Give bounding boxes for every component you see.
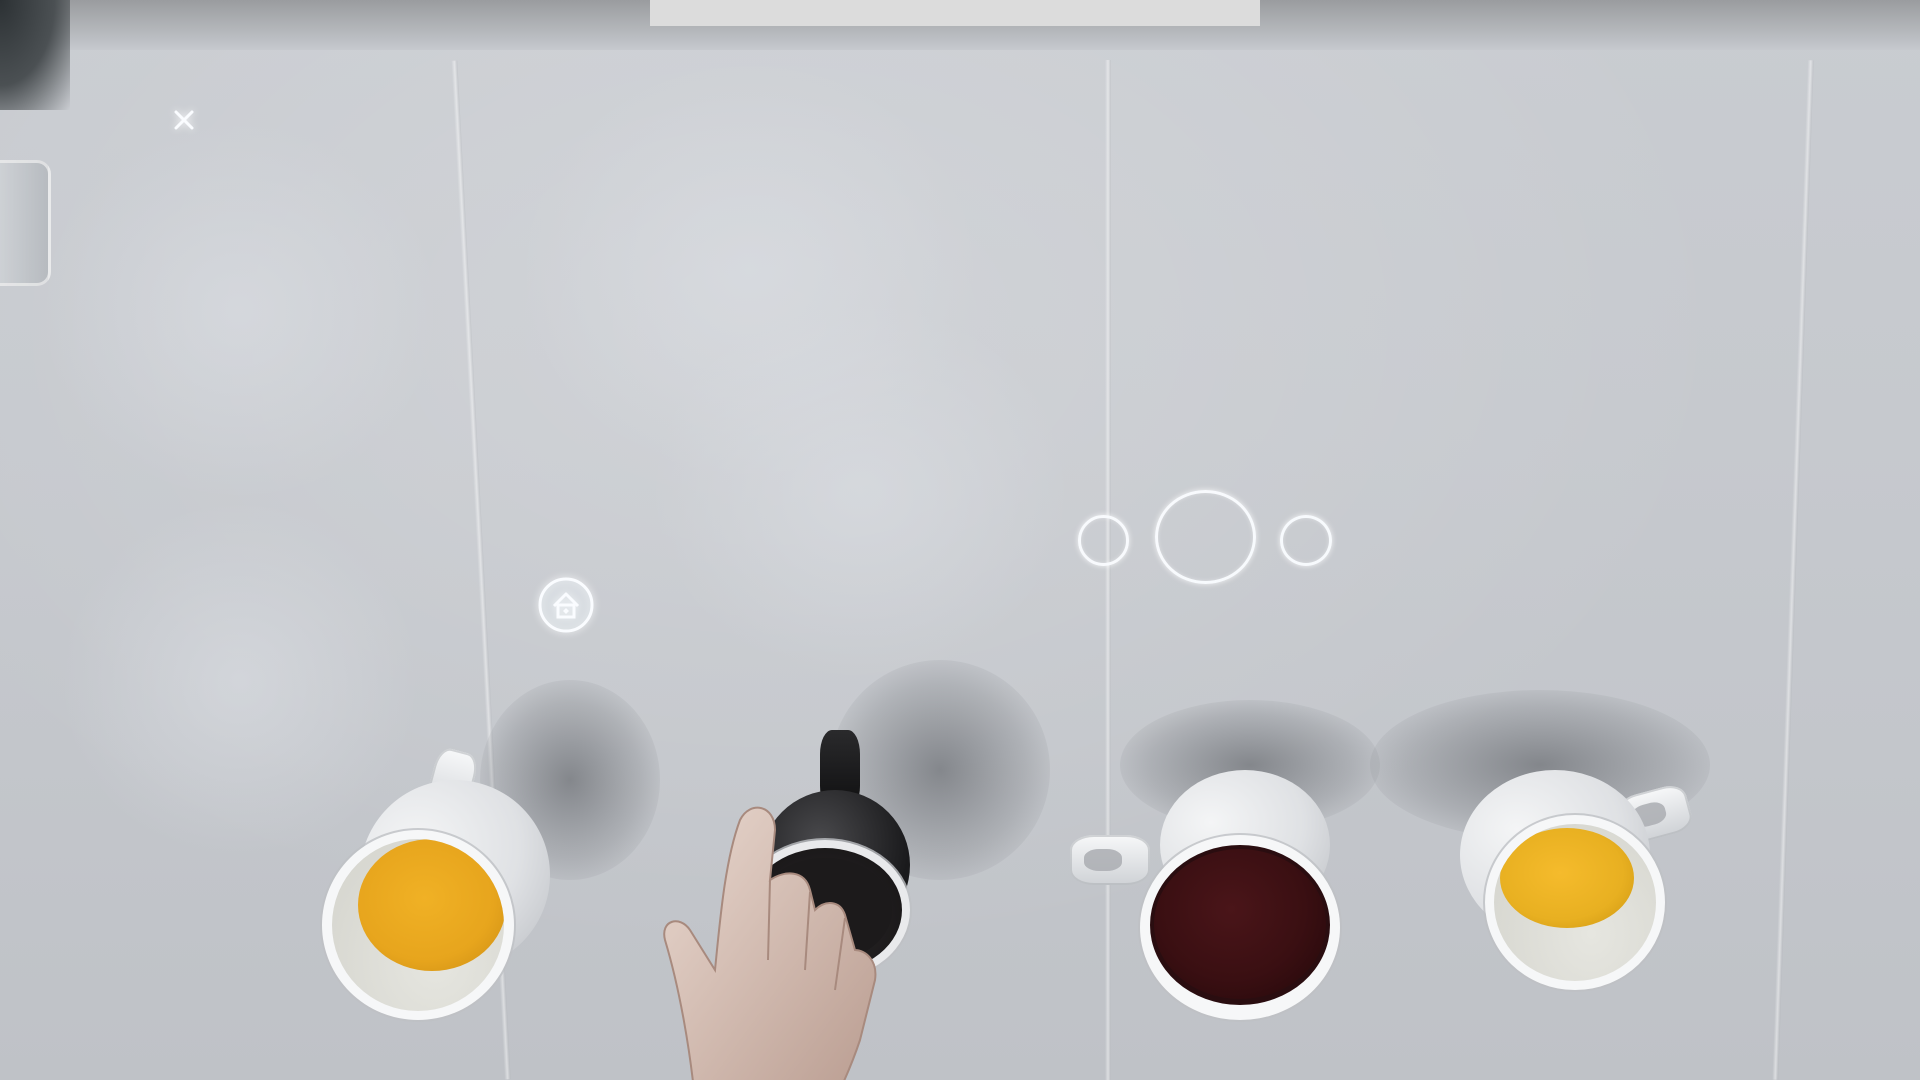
close-icon (174, 110, 194, 130)
orange-juice (1500, 828, 1634, 928)
glass-object (0, 160, 51, 286)
top-board (650, 0, 1260, 26)
page-dot-1[interactable] (1078, 515, 1129, 566)
page-dot-3[interactable] (1280, 515, 1332, 566)
close-button[interactable] (170, 106, 198, 134)
dark-red-drink (1154, 849, 1326, 999)
home-icon (538, 577, 594, 633)
page-indicator (1075, 490, 1335, 590)
cup-rim (1485, 815, 1665, 990)
dark-corner (0, 0, 70, 110)
page-dot-2-active[interactable] (1155, 490, 1256, 584)
cup-orange-left (320, 745, 560, 1020)
cup-orange-right (1460, 760, 1700, 1000)
hand-shape (663, 806, 877, 1080)
cup-rim (322, 830, 514, 1020)
cup-dark-red (1070, 770, 1350, 1020)
cup-rim (1140, 835, 1340, 1020)
cup-handle (1070, 835, 1150, 885)
damask-pattern (40, 120, 440, 500)
orange-juice (358, 839, 504, 971)
hand (650, 800, 920, 1080)
damask-pattern (650, 300, 1070, 680)
home-button[interactable] (536, 575, 596, 635)
tabletop-scene (0, 0, 1920, 1080)
